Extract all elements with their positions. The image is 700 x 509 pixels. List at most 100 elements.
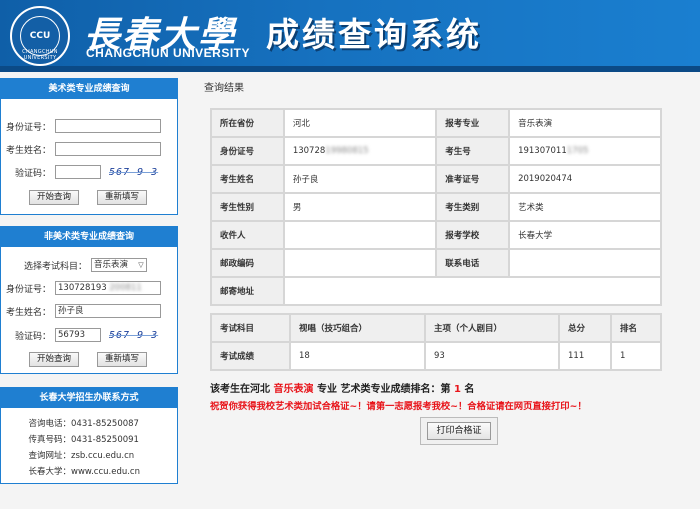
table-key: 身份证号: [210, 136, 285, 166]
site-header: CCU CHANGCHUN UNIVERSITY 長春大學 CHANGCHUN …: [0, 0, 700, 72]
nonart-reset-button[interactable]: 重新填写: [97, 352, 147, 367]
table-key: 所在省份: [210, 108, 285, 138]
contact-panel: 长春大学招生办联系方式 咨询电话：0431-85250087 传真号码：0431…: [0, 387, 178, 484]
table-key: 准考证号: [435, 164, 511, 194]
contact-fax-value: 0431-85250091: [71, 435, 139, 445]
contact-fax-label: 传真号码：: [28, 435, 71, 445]
art-captcha-row: 验证码： 567 9 3: [1, 165, 158, 179]
seal-ring-text: CHANGCHUN UNIVERSITY: [22, 49, 58, 61]
score-header: 视唱（技巧组合）: [289, 313, 426, 343]
score-header: 排名: [610, 313, 662, 343]
nonart-id-label: 身份证号：: [5, 284, 51, 295]
nonart-subject-row: 选择考试科目： 音乐表演 ▽: [23, 258, 147, 272]
nonart-id-input[interactable]: 130728193 200811: [55, 281, 161, 295]
contact-university-link[interactable]: www.ccu.edu.cn: [71, 467, 140, 477]
table-row: 考生姓名 孙子良 准考证号 2019020474: [210, 164, 662, 194]
table-row: 考试成绩 18 93 111 1: [210, 341, 662, 371]
score-header: 主项（个人剧目）: [424, 313, 560, 343]
rank-middle: 专业 艺术类专业成绩排名：第: [316, 384, 451, 395]
table-row: 邮寄地址: [210, 276, 663, 306]
nonart-subject-selected: 音乐表演: [94, 260, 129, 270]
nonart-subject-select[interactable]: 音乐表演 ▽: [91, 258, 147, 272]
nonart-query-button[interactable]: 开始查询: [29, 352, 79, 367]
system-title: 成绩查询系统: [266, 15, 482, 54]
score-cell: 93: [424, 341, 560, 371]
table-value: 男: [282, 192, 438, 222]
table-key: 考生号: [435, 136, 511, 166]
art-id-input[interactable]: [55, 119, 161, 133]
id-number-blurred: 19980815: [325, 146, 369, 156]
congratulations-message: 祝贺你获得我校艺术类加试合格证~！请第一志愿报考我校~！合格证请在网页直接打印~…: [210, 401, 587, 412]
table-value: [282, 220, 438, 250]
print-button-frame: 打印合格证: [420, 417, 498, 445]
table-key: 考生性别: [210, 192, 285, 222]
art-query-panel: 美术类专业成绩查询 身份证号： 考生姓名： 验证码： 567 9 3 开始查询 …: [0, 78, 178, 215]
table-value: 艺术类: [508, 192, 662, 222]
score-cell: 111: [558, 341, 612, 371]
art-name-input[interactable]: [55, 142, 161, 156]
table-value: 1913070111705: [508, 136, 662, 166]
art-panel-title: 美术类专业成绩查询: [1, 79, 177, 99]
contact-site-link[interactable]: zsb.ccu.edu.cn: [71, 451, 134, 461]
contact-site-label: 查询网址：: [28, 451, 71, 461]
score-cell: 18: [289, 341, 426, 371]
score-cell: 考试成绩: [210, 341, 291, 371]
candidate-number-blurred: 1705: [566, 146, 589, 156]
contact-item: 传真号码：0431-85250091: [1, 433, 139, 445]
chevron-down-icon: ▽: [138, 261, 144, 269]
nonart-id-row: 身份证号： 130728193 200811: [1, 281, 161, 295]
table-value: 13072819980815: [282, 136, 438, 166]
print-certificate-button[interactable]: 打印合格证: [427, 422, 491, 440]
table-value: 河北: [282, 108, 438, 138]
table-row: 收件人 报考学校 长春大学: [210, 220, 662, 250]
art-name-row: 考生姓名：: [1, 142, 161, 156]
results-heading: 查询结果: [204, 83, 244, 94]
brand-english-name: CHANGCHUN UNIVERSITY: [86, 46, 251, 60]
table-key: 邮寄地址: [210, 276, 285, 306]
nonart-name-row: 考生姓名： 孙子良: [1, 304, 161, 318]
nonart-name-input[interactable]: 孙子良: [55, 304, 161, 318]
table-key: 考生类别: [435, 192, 511, 222]
art-captcha-input[interactable]: [55, 165, 101, 179]
table-key: 考生姓名: [210, 164, 285, 194]
table-key: 联系电话: [435, 248, 511, 278]
art-reset-button[interactable]: 重新填写: [97, 190, 147, 205]
table-value: [508, 248, 662, 278]
art-name-label: 考生姓名：: [5, 145, 51, 156]
nonart-captcha-row: 验证码： 56793 567 9 3: [1, 328, 158, 342]
results-info-table: 所在省份 河北 报考专业 音乐表演 身份证号 13072819980815 考生…: [210, 108, 663, 306]
header-bottom-stripe: [0, 66, 700, 72]
score-header: 考试科目: [210, 313, 291, 343]
nonart-id-value: 130728193: [58, 283, 107, 293]
table-row: 考生性别 男 考生类别 艺术类: [210, 192, 662, 222]
nonart-captcha-input[interactable]: 56793: [55, 328, 101, 342]
score-header: 总分: [558, 313, 612, 343]
rank-suffix: 名: [464, 384, 475, 395]
table-value: 孙子良: [282, 164, 438, 194]
contact-university-label: 长春大学：: [28, 467, 71, 477]
art-query-button[interactable]: 开始查询: [29, 190, 79, 205]
rank-statement: 该考生在河北 音乐表演 专业 艺术类专业成绩排名：第 1 名: [210, 380, 474, 395]
rank-number: 1: [453, 384, 461, 395]
table-value: [282, 248, 438, 278]
art-id-row: 身份证号：: [1, 119, 161, 133]
rank-prefix: 该考生在河北: [210, 384, 270, 395]
table-value: 2019020474: [508, 164, 662, 194]
score-cell: 1: [610, 341, 662, 371]
university-seal-logo: CCU CHANGCHUN UNIVERSITY: [10, 6, 70, 66]
nonart-query-panel: 非美术类专业成绩查询 选择考试科目： 音乐表演 ▽ 身份证号： 13072819…: [0, 226, 178, 374]
id-number-visible: 130728: [292, 146, 326, 156]
table-key: 收件人: [210, 220, 285, 250]
table-row: 身份证号 13072819980815 考生号 1913070111705: [210, 136, 662, 166]
rank-major: 音乐表演: [273, 384, 314, 395]
contact-item: 长春大学：www.ccu.edu.cn: [1, 465, 140, 477]
art-captcha-image[interactable]: 567 9 3: [109, 167, 158, 178]
nonart-id-value-blurred: 200811: [109, 283, 142, 293]
table-value: 长春大学: [508, 220, 662, 250]
contact-panel-title: 长春大学招生办联系方式: [1, 388, 177, 408]
candidate-number-visible: 191307011: [518, 146, 567, 156]
nonart-captcha-image[interactable]: 567 9 3: [109, 330, 158, 341]
nonart-name-label: 考生姓名：: [5, 307, 51, 318]
contact-phone-label: 咨询电话：: [28, 419, 71, 429]
nonart-subject-label: 选择考试科目：: [23, 261, 87, 272]
